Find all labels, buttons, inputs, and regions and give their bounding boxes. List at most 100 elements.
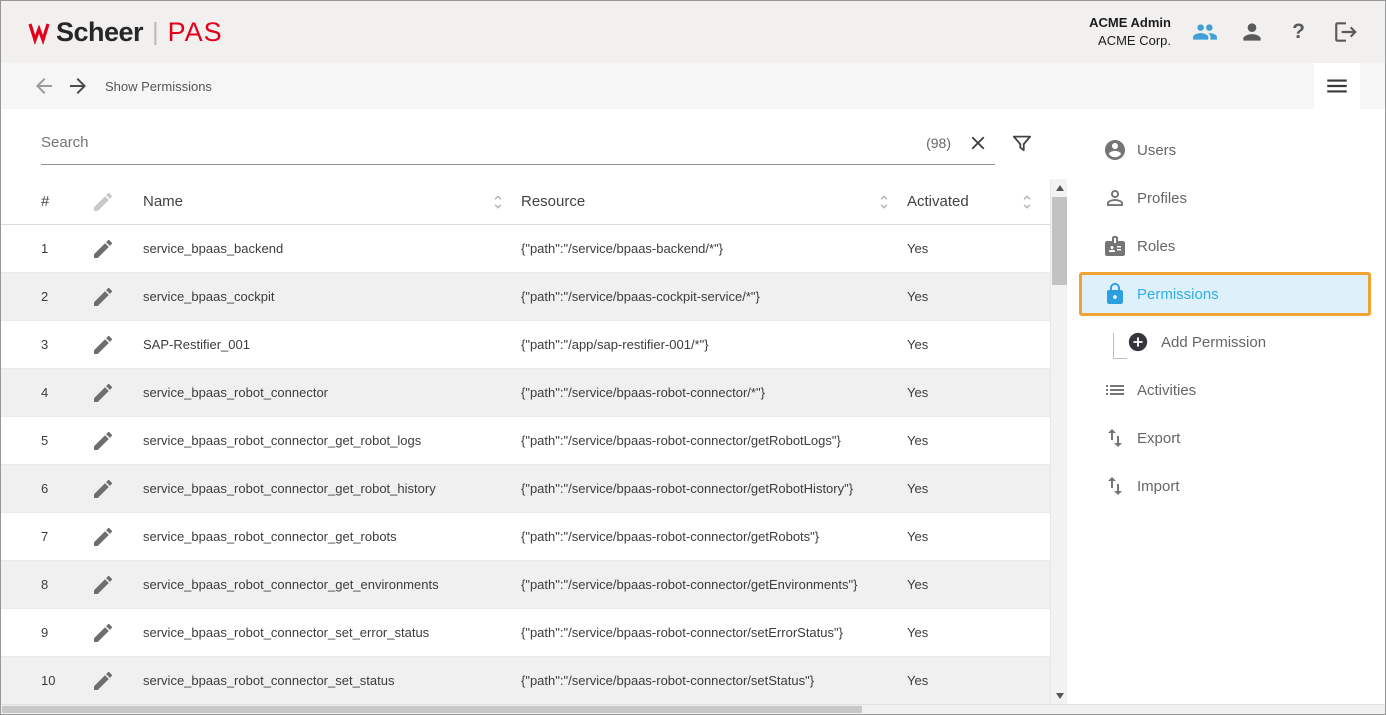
row-number: 6 xyxy=(41,481,91,496)
horizontal-scrollbar[interactable] xyxy=(1,704,1385,714)
main-content: (98) # Name xyxy=(1,109,1067,704)
import-export-icon xyxy=(1103,426,1127,450)
product-text: PAS xyxy=(168,17,223,48)
column-header-name[interactable]: Name xyxy=(143,193,521,211)
back-button[interactable] xyxy=(31,73,57,99)
edit-permission-button[interactable] xyxy=(91,237,143,261)
edit-icon xyxy=(91,285,115,309)
edit-permission-button[interactable] xyxy=(91,621,143,645)
row-number: 10 xyxy=(41,673,91,688)
permission-resource: {"path":"/service/bpaas-robot-connector/… xyxy=(521,625,907,640)
close-icon xyxy=(967,131,989,155)
help-button[interactable]: ? xyxy=(1285,19,1312,46)
scrollbar-thumb[interactable] xyxy=(2,706,862,713)
permission-resource: {"path":"/app/sap-restifier-001/*"} xyxy=(521,337,907,352)
edit-permission-button[interactable] xyxy=(91,381,143,405)
lock-icon xyxy=(1103,282,1127,306)
badge-icon xyxy=(1103,234,1127,258)
triangle-up-icon xyxy=(1056,185,1064,191)
permission-activated: Yes xyxy=(907,625,1050,640)
table-row: 9 service_bpaas_robot_connector_set_erro… xyxy=(1,609,1050,657)
scrollbar-thumb[interactable] xyxy=(1052,197,1067,285)
edit-permission-button[interactable] xyxy=(91,525,143,549)
logout-button[interactable] xyxy=(1332,19,1359,46)
profile-button[interactable] xyxy=(1238,19,1265,46)
permission-name: service_bpaas_robot_connector xyxy=(143,385,521,400)
permission-activated: Yes xyxy=(907,577,1050,592)
permission-resource: {"path":"/service/bpaas-cockpit-service/… xyxy=(521,289,907,304)
arrow-back-icon xyxy=(32,74,56,98)
column-header-edit xyxy=(91,190,143,214)
edit-icon xyxy=(91,525,115,549)
import-export-icon xyxy=(1103,474,1127,498)
permission-name: service_bpaas_cockpit xyxy=(143,289,521,304)
sidebar-item-activities[interactable]: Activities xyxy=(1067,366,1385,414)
edit-permission-button[interactable] xyxy=(91,669,143,693)
menu-toggle-button[interactable] xyxy=(1314,63,1360,109)
edit-permission-button[interactable] xyxy=(91,429,143,453)
top-header: Scheer | PAS ACME Admin ACME Corp. ? xyxy=(1,1,1385,63)
brand-divider: | xyxy=(152,18,159,47)
edit-icon xyxy=(91,429,115,453)
permission-name: service_bpaas_robot_connector_get_robots xyxy=(143,529,521,544)
row-number: 9 xyxy=(41,625,91,640)
row-number: 4 xyxy=(41,385,91,400)
sidebar-item-profiles[interactable]: Profiles xyxy=(1067,174,1385,222)
result-count: (98) xyxy=(926,135,951,151)
edit-icon xyxy=(91,573,115,597)
search-field: (98) xyxy=(41,121,995,165)
sidebar-item-export[interactable]: Export xyxy=(1067,414,1385,462)
filter-button[interactable] xyxy=(1009,131,1035,157)
row-number: 5 xyxy=(41,433,91,448)
search-input[interactable] xyxy=(41,134,926,151)
row-number: 3 xyxy=(41,337,91,352)
edit-icon xyxy=(91,621,115,645)
account-name: ACME Admin xyxy=(1089,14,1171,32)
account-info: ACME Admin ACME Corp. xyxy=(1089,14,1171,49)
permission-resource: {"path":"/service/bpaas-robot-connector/… xyxy=(521,673,907,688)
user-management-button[interactable] xyxy=(1191,19,1218,46)
permission-activated: Yes xyxy=(907,481,1050,496)
arrow-forward-icon xyxy=(66,74,90,98)
table-row: 10 service_bpaas_robot_connector_set_sta… xyxy=(1,657,1050,705)
column-header-resource[interactable]: Resource xyxy=(521,193,907,211)
forward-button[interactable] xyxy=(65,73,91,99)
app-window: Scheer | PAS ACME Admin ACME Corp. ? xyxy=(0,0,1386,715)
permission-activated: Yes xyxy=(907,241,1050,256)
triangle-down-icon xyxy=(1056,693,1064,699)
page-title: Show Permissions xyxy=(105,79,212,94)
edit-icon xyxy=(91,477,115,501)
sidebar-item-roles[interactable]: Roles xyxy=(1067,222,1385,270)
edit-permission-button[interactable] xyxy=(91,285,143,309)
table-row: 5 service_bpaas_robot_connector_get_robo… xyxy=(1,417,1050,465)
edit-permission-button[interactable] xyxy=(91,573,143,597)
column-header-activated[interactable]: Activated xyxy=(907,193,1050,211)
permissions-table: # Name Resource Activated xyxy=(1,179,1050,705)
permission-name: service_bpaas_backend xyxy=(143,241,521,256)
clear-search-button[interactable] xyxy=(967,132,989,154)
scroll-down-button[interactable] xyxy=(1051,687,1068,704)
table-body: 1 service_bpaas_backend {"path":"/servic… xyxy=(1,225,1050,705)
permission-activated: Yes xyxy=(907,385,1050,400)
sidebar-item-permissions[interactable]: Permissions xyxy=(1079,272,1371,316)
sidebar-item-users[interactable]: Users xyxy=(1067,126,1385,174)
list-icon xyxy=(1103,378,1127,402)
table-row: 6 service_bpaas_robot_connector_get_robo… xyxy=(1,465,1050,513)
permission-name: service_bpaas_robot_connector_get_robot_… xyxy=(143,481,521,496)
sidebar: Users Profiles Roles Permissions Add Per… xyxy=(1067,109,1385,704)
vertical-scrollbar[interactable] xyxy=(1050,179,1067,704)
scheer-mark-icon xyxy=(27,18,51,46)
logout-icon xyxy=(1333,19,1359,45)
sidebar-item-import[interactable]: Import xyxy=(1067,462,1385,510)
permission-activated: Yes xyxy=(907,337,1050,352)
permission-name: service_bpaas_robot_connector_set_status xyxy=(143,673,521,688)
scroll-up-button[interactable] xyxy=(1051,179,1068,196)
sort-icon xyxy=(1018,193,1036,211)
table-row: 7 service_bpaas_robot_connector_get_robo… xyxy=(1,513,1050,561)
edit-permission-button[interactable] xyxy=(91,477,143,501)
edit-permission-button[interactable] xyxy=(91,333,143,357)
menu-icon xyxy=(1324,73,1350,99)
column-header-number: # xyxy=(41,193,91,210)
edit-icon xyxy=(91,190,115,214)
permission-activated: Yes xyxy=(907,433,1050,448)
